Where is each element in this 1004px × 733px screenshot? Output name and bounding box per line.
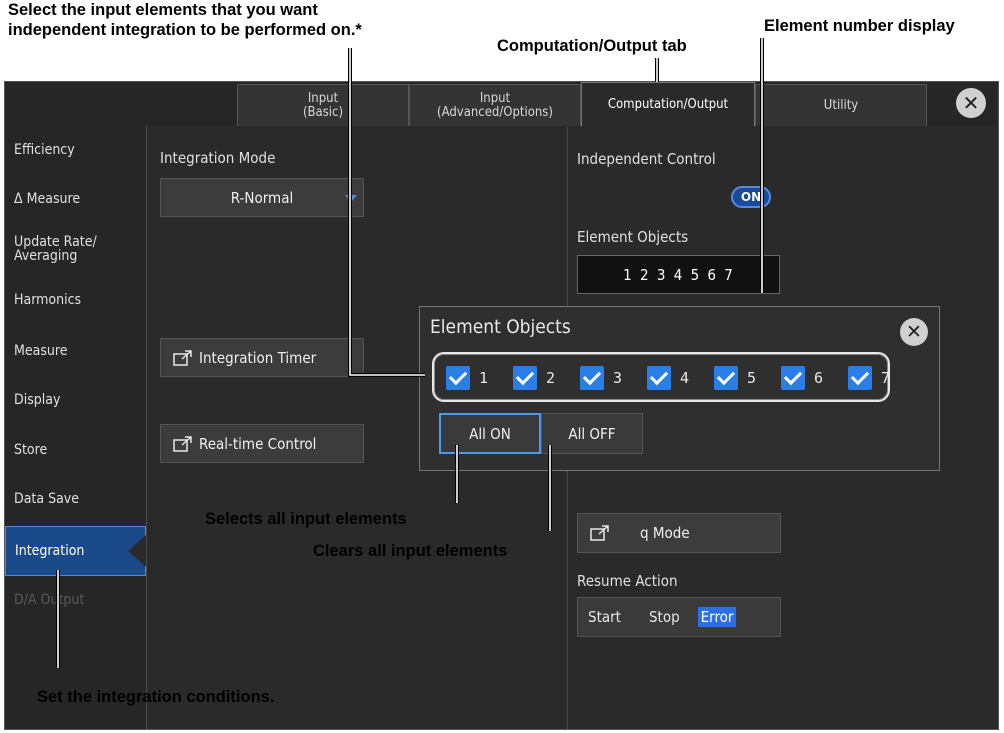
element-objects-display[interactable]: 1 2 3 4 5 6 7 [577,255,780,294]
element-checkbox-label: 3 [613,369,623,387]
realtime-control-button[interactable]: Real-time Control [160,424,364,463]
element-checkbox-group: 1 2 3 4 5 6 7 [432,352,890,402]
resume-option-start[interactable]: Start [588,608,621,626]
element-checkbox-5[interactable]: 5 [714,366,756,390]
checkbox-checked-icon [714,366,738,390]
popout-icon [590,525,610,541]
callout-set-integration: Set the integration conditions. [37,688,275,706]
element-checkbox-2[interactable]: 2 [513,366,555,390]
independent-control-toggle[interactable]: ON [731,186,771,208]
tab-utility[interactable]: Utility [755,84,927,126]
tab-input-basic[interactable]: Input (Basic) [237,84,409,126]
sidebar-item-integration-label: Integration [15,543,85,559]
resume-option-stop[interactable]: Stop [649,608,680,626]
q-mode-label: q Mode [640,524,690,542]
element-checkbox-6[interactable]: 6 [781,366,823,390]
checkbox-checked-icon [580,366,604,390]
element-checkbox-7[interactable]: 7 [848,366,890,390]
resume-option-error[interactable]: Error [697,607,737,627]
checkbox-checked-icon [513,366,537,390]
sidebar: Efficiency Δ Measure Update Rate/ Averag… [5,126,147,729]
resume-action-selector[interactable]: Start Stop Error [577,597,781,637]
element-checkbox-label: 7 [881,369,891,387]
callout-select-elements-1: Select the input elements that you want [8,1,318,19]
checkbox-checked-icon [446,366,470,390]
sidebar-item-data-save[interactable]: Data Save [5,492,146,506]
checkbox-checked-icon [781,366,805,390]
sidebar-item-efficiency[interactable]: Efficiency [5,143,146,157]
all-off-button[interactable]: All OFF [541,413,643,454]
close-icon[interactable]: ✕ [900,318,928,346]
callout-element-number-display: Element number display [764,17,955,35]
integration-mode-value: R-Normal [230,188,294,207]
sidebar-item-store[interactable]: Store [5,443,146,457]
independent-control-label: Independent Control [577,150,716,168]
integration-timer-label: Integration Timer [199,348,317,367]
sidebar-item-delta-measure[interactable]: Δ Measure [5,192,146,206]
element-objects-popup: Element Objects ✕ 1 2 3 4 5 6 7 All ON A… [419,306,940,471]
tab-utility-label: Utility [823,97,859,113]
tab-input-advanced-line1: Input [479,90,511,106]
q-mode-button[interactable]: q Mode [577,513,781,553]
tab-computation-output-label: Computation/Output [607,96,729,112]
manual-figure: Select the input elements that you want … [0,0,1004,733]
settings-screen: Input (Basic) Input (Advanced/Options) C… [4,81,999,730]
element-checkbox-label: 1 [479,369,489,387]
sidebar-item-integration[interactable]: Integration [5,526,146,576]
integration-mode-dropdown[interactable]: R-Normal [160,178,364,217]
element-checkbox-label: 2 [546,369,556,387]
checkbox-checked-icon [647,366,671,390]
sidebar-item-update-rate[interactable]: Update Rate/ Averaging [5,235,146,263]
selected-arrow-icon [128,535,146,567]
element-checkbox-label: 4 [680,369,690,387]
realtime-control-label: Real-time Control [199,434,317,453]
resume-action-label: Resume Action [577,572,678,590]
callout-select-elements-2: independent integration to be performed … [8,21,362,39]
callout-selects-all: Selects all input elements [205,510,407,528]
element-checkbox-4[interactable]: 4 [647,366,689,390]
callout-clears-all: Clears all input elements [313,542,508,560]
close-icon[interactable]: ✕ [956,88,986,118]
element-checkbox-3[interactable]: 3 [580,366,622,390]
popout-icon [173,349,193,366]
checkbox-checked-icon [848,366,872,390]
popout-icon [173,435,193,452]
element-objects-label: Element Objects [577,228,689,246]
all-on-button[interactable]: All ON [439,413,541,454]
tab-bar: Input (Basic) Input (Advanced/Options) C… [5,82,998,126]
popup-title: Element Objects [430,316,571,338]
tab-computation-output[interactable]: Computation/Output [581,82,755,126]
element-checkbox-1[interactable]: 1 [446,366,488,390]
integration-timer-button[interactable]: Integration Timer [160,338,364,377]
sidebar-item-measure[interactable]: Measure [5,344,146,358]
tab-input-advanced-line2: (Advanced/Options) [437,104,553,120]
sidebar-item-harmonics[interactable]: Harmonics [5,293,146,307]
chevron-down-icon [345,195,357,202]
sidebar-item-da-output: D/A Output [14,592,85,608]
tab-input-basic-line1: Input [307,90,339,106]
callout-computation-tab: Computation/Output tab [497,37,687,55]
element-checkbox-label: 5 [747,369,757,387]
integration-mode-label: Integration Mode [160,149,276,167]
tab-input-advanced[interactable]: Input (Advanced/Options) [409,84,581,126]
sidebar-item-display[interactable]: Display [5,393,146,407]
tab-input-basic-line2: (Basic) [302,104,344,120]
element-checkbox-label: 6 [814,369,824,387]
